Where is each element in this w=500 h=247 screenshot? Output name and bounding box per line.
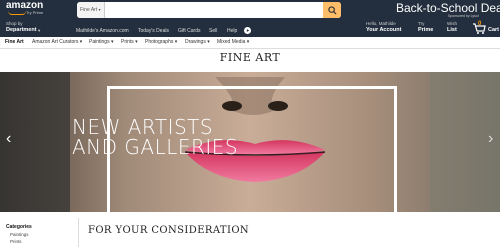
nav-link-my-amazon[interactable]: Mathilde's Amazon.com (76, 28, 129, 34)
section-title: FOR YOUR CONSIDERATION (88, 225, 250, 236)
page-title: FINE ART (219, 51, 281, 64)
search-scope-dropdown[interactable]: Fine Art ▾ (77, 2, 105, 18)
subnav-paintings[interactable]: Paintings ▾ (89, 39, 113, 45)
subnav-art-curators-label: Amazon Art Curators (32, 39, 79, 45)
subnav-photographs[interactable]: Photographs ▾ (145, 39, 177, 45)
carousel-prev-arrow-icon[interactable]: ‹ (6, 130, 11, 148)
list-label: List (447, 27, 457, 33)
search-icon (327, 5, 337, 15)
hero-banner[interactable]: NEW ARTISTS AND GALLERIES ‹ › (0, 72, 500, 212)
hero-headline: NEW ARTISTS AND GALLERIES (72, 117, 238, 157)
amazon-smile-icon (8, 11, 26, 15)
search-bar: Fine Art ▾ (77, 2, 341, 18)
hero-headline-line2: AND GALLERIES (72, 135, 239, 159)
search-button[interactable] (323, 2, 341, 18)
hero-headline-line1: NEW ARTISTS (72, 115, 214, 139)
subnav-paintings-label: Paintings (89, 39, 110, 45)
wish-label: Wish (447, 21, 457, 26)
prime-label: Prime (418, 27, 434, 33)
cart-count: 0 (478, 21, 482, 27)
search-input[interactable] (105, 2, 323, 18)
subnav-drawings[interactable]: Drawings ▾ (185, 39, 210, 45)
subnav-art-curators[interactable]: Amazon Art Curators ▾ (32, 39, 82, 45)
logo-subtitle[interactable]: Try Prime (26, 10, 43, 15)
category-subnav: Fine Art Amazon Art Curators ▾ Paintings… (0, 37, 500, 49)
nav-link-sell[interactable]: Sell (209, 28, 217, 34)
sidebar-categories-title: Categories (6, 224, 32, 230)
sidebar-item-paintings[interactable]: Paintings (10, 232, 29, 237)
sidebar-item-prints[interactable]: Prints (10, 239, 22, 244)
chevron-down-icon: ▾ (38, 28, 41, 33)
promo-banner-title[interactable]: Back-to-School Deals (396, 2, 500, 14)
promo-banner-sponsor: Sponsored by Lysol (448, 14, 479, 18)
search-scope-label: Fine Art (80, 7, 98, 13)
content-divider (78, 218, 79, 247)
subnav-prints[interactable]: Prints ▾ (121, 39, 138, 45)
shop-by-label: Shop by (6, 21, 23, 26)
subnav-prints-label: Prints (121, 39, 134, 45)
subnav-mixed-media-label: Mixed Media (217, 39, 246, 45)
prime-try-label: Try (418, 21, 425, 26)
cart-label: Cart (488, 27, 500, 33)
nav-link-help[interactable]: Help (227, 28, 237, 34)
account-greeting: Hello, Mathilde (366, 21, 396, 26)
subnav-photographs-label: Photographs (145, 39, 174, 45)
subnav-fine-art[interactable]: Fine Art (5, 39, 24, 45)
account-label: Your Account (366, 27, 402, 33)
nav-bar: Shop by Department ▾ Mathilde's Amazon.c… (0, 20, 500, 37)
carousel-next-arrow-icon[interactable]: › (488, 130, 493, 148)
chevron-down-icon: ▾ (98, 7, 101, 12)
top-bar: amazon Try Prime Fine Art ▾ Back-to-Scho… (0, 0, 500, 20)
subnav-drawings-label: Drawings (185, 39, 206, 45)
nav-link-gift-cards[interactable]: Gift Cards (178, 28, 201, 34)
play-icon[interactable] (244, 27, 251, 34)
department-label: Department (6, 27, 37, 33)
nav-link-todays-deals[interactable]: Today's Deals (138, 28, 169, 34)
subnav-mixed-media[interactable]: Mixed Media ▾ (217, 39, 249, 45)
